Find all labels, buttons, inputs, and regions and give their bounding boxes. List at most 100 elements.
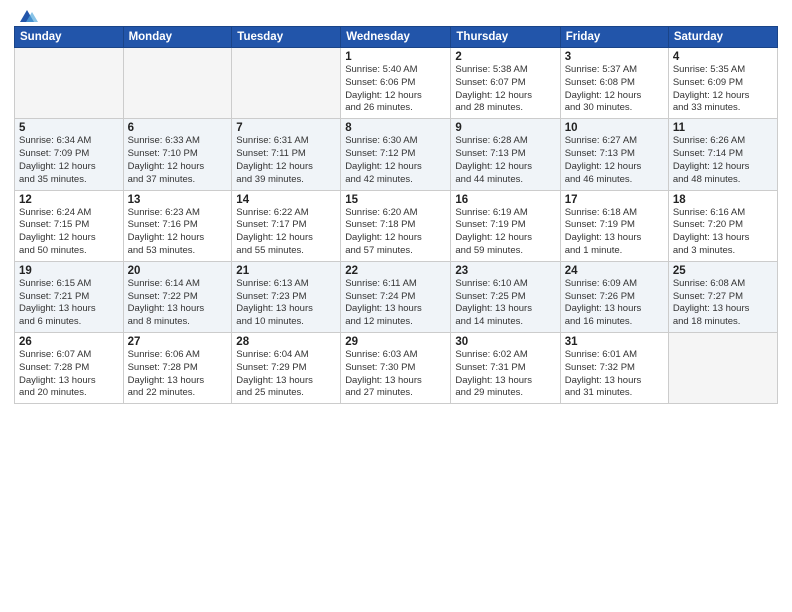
day-info: Sunrise: 6:30 AM Sunset: 7:12 PM Dayligh… xyxy=(345,135,446,186)
calendar-cell: 24Sunrise: 6:09 AM Sunset: 7:26 PM Dayli… xyxy=(560,261,668,332)
weekday-header: Saturday xyxy=(668,27,777,48)
day-number: 5 xyxy=(19,122,119,134)
day-number: 14 xyxy=(236,194,336,206)
day-number: 7 xyxy=(236,122,336,134)
calendar-cell xyxy=(123,48,232,119)
day-number: 3 xyxy=(565,51,664,63)
day-number: 25 xyxy=(673,265,773,277)
day-info: Sunrise: 5:40 AM Sunset: 6:06 PM Dayligh… xyxy=(345,64,446,115)
day-number: 10 xyxy=(565,122,664,134)
day-number: 16 xyxy=(455,194,555,206)
day-info: Sunrise: 6:18 AM Sunset: 7:19 PM Dayligh… xyxy=(565,207,664,258)
day-info: Sunrise: 6:31 AM Sunset: 7:11 PM Dayligh… xyxy=(236,135,336,186)
calendar-cell xyxy=(232,48,341,119)
calendar-cell: 15Sunrise: 6:20 AM Sunset: 7:18 PM Dayli… xyxy=(341,190,451,261)
day-info: Sunrise: 6:19 AM Sunset: 7:19 PM Dayligh… xyxy=(455,207,555,258)
calendar-cell xyxy=(15,48,124,119)
day-number: 24 xyxy=(565,265,664,277)
day-number: 30 xyxy=(455,336,555,348)
calendar-cell: 3Sunrise: 5:37 AM Sunset: 6:08 PM Daylig… xyxy=(560,48,668,119)
day-info: Sunrise: 6:03 AM Sunset: 7:30 PM Dayligh… xyxy=(345,349,446,400)
calendar-week-row: 12Sunrise: 6:24 AM Sunset: 7:15 PM Dayli… xyxy=(15,190,778,261)
day-info: Sunrise: 6:34 AM Sunset: 7:09 PM Dayligh… xyxy=(19,135,119,186)
header xyxy=(14,10,778,20)
calendar-cell: 4Sunrise: 5:35 AM Sunset: 6:09 PM Daylig… xyxy=(668,48,777,119)
calendar-cell: 16Sunrise: 6:19 AM Sunset: 7:19 PM Dayli… xyxy=(451,190,560,261)
day-number: 23 xyxy=(455,265,555,277)
calendar-week-row: 5Sunrise: 6:34 AM Sunset: 7:09 PM Daylig… xyxy=(15,119,778,190)
weekday-header: Monday xyxy=(123,27,232,48)
day-info: Sunrise: 6:28 AM Sunset: 7:13 PM Dayligh… xyxy=(455,135,555,186)
day-info: Sunrise: 6:02 AM Sunset: 7:31 PM Dayligh… xyxy=(455,349,555,400)
day-number: 18 xyxy=(673,194,773,206)
day-info: Sunrise: 6:08 AM Sunset: 7:27 PM Dayligh… xyxy=(673,278,773,329)
day-number: 15 xyxy=(345,194,446,206)
day-number: 22 xyxy=(345,265,446,277)
day-number: 4 xyxy=(673,51,773,63)
calendar-cell: 9Sunrise: 6:28 AM Sunset: 7:13 PM Daylig… xyxy=(451,119,560,190)
weekday-header: Wednesday xyxy=(341,27,451,48)
page: SundayMondayTuesdayWednesdayThursdayFrid… xyxy=(0,0,792,612)
weekday-header: Tuesday xyxy=(232,27,341,48)
day-info: Sunrise: 6:27 AM Sunset: 7:13 PM Dayligh… xyxy=(565,135,664,186)
day-number: 20 xyxy=(128,265,228,277)
calendar-cell: 30Sunrise: 6:02 AM Sunset: 7:31 PM Dayli… xyxy=(451,333,560,404)
day-number: 29 xyxy=(345,336,446,348)
day-info: Sunrise: 5:37 AM Sunset: 6:08 PM Dayligh… xyxy=(565,64,664,115)
day-number: 19 xyxy=(19,265,119,277)
day-info: Sunrise: 6:10 AM Sunset: 7:25 PM Dayligh… xyxy=(455,278,555,329)
day-number: 13 xyxy=(128,194,228,206)
calendar-cell: 14Sunrise: 6:22 AM Sunset: 7:17 PM Dayli… xyxy=(232,190,341,261)
calendar-cell: 25Sunrise: 6:08 AM Sunset: 7:27 PM Dayli… xyxy=(668,261,777,332)
calendar-cell: 12Sunrise: 6:24 AM Sunset: 7:15 PM Dayli… xyxy=(15,190,124,261)
calendar-cell: 28Sunrise: 6:04 AM Sunset: 7:29 PM Dayli… xyxy=(232,333,341,404)
day-number: 9 xyxy=(455,122,555,134)
weekday-header: Friday xyxy=(560,27,668,48)
calendar-cell: 21Sunrise: 6:13 AM Sunset: 7:23 PM Dayli… xyxy=(232,261,341,332)
calendar-header-row: SundayMondayTuesdayWednesdayThursdayFrid… xyxy=(15,27,778,48)
day-number: 8 xyxy=(345,122,446,134)
logo xyxy=(14,10,38,20)
day-info: Sunrise: 6:01 AM Sunset: 7:32 PM Dayligh… xyxy=(565,349,664,400)
day-info: Sunrise: 6:33 AM Sunset: 7:10 PM Dayligh… xyxy=(128,135,228,186)
day-number: 17 xyxy=(565,194,664,206)
calendar-cell: 1Sunrise: 5:40 AM Sunset: 6:06 PM Daylig… xyxy=(341,48,451,119)
day-number: 21 xyxy=(236,265,336,277)
calendar-week-row: 26Sunrise: 6:07 AM Sunset: 7:28 PM Dayli… xyxy=(15,333,778,404)
calendar-cell: 23Sunrise: 6:10 AM Sunset: 7:25 PM Dayli… xyxy=(451,261,560,332)
day-number: 6 xyxy=(128,122,228,134)
calendar-cell: 20Sunrise: 6:14 AM Sunset: 7:22 PM Dayli… xyxy=(123,261,232,332)
day-number: 1 xyxy=(345,51,446,63)
calendar-week-row: 1Sunrise: 5:40 AM Sunset: 6:06 PM Daylig… xyxy=(15,48,778,119)
calendar-cell: 27Sunrise: 6:06 AM Sunset: 7:28 PM Dayli… xyxy=(123,333,232,404)
day-number: 28 xyxy=(236,336,336,348)
day-number: 26 xyxy=(19,336,119,348)
calendar-cell: 13Sunrise: 6:23 AM Sunset: 7:16 PM Dayli… xyxy=(123,190,232,261)
day-info: Sunrise: 6:04 AM Sunset: 7:29 PM Dayligh… xyxy=(236,349,336,400)
calendar-cell: 6Sunrise: 6:33 AM Sunset: 7:10 PM Daylig… xyxy=(123,119,232,190)
day-info: Sunrise: 6:07 AM Sunset: 7:28 PM Dayligh… xyxy=(19,349,119,400)
day-info: Sunrise: 6:24 AM Sunset: 7:15 PM Dayligh… xyxy=(19,207,119,258)
day-info: Sunrise: 6:14 AM Sunset: 7:22 PM Dayligh… xyxy=(128,278,228,329)
day-info: Sunrise: 6:20 AM Sunset: 7:18 PM Dayligh… xyxy=(345,207,446,258)
day-info: Sunrise: 5:35 AM Sunset: 6:09 PM Dayligh… xyxy=(673,64,773,115)
day-info: Sunrise: 6:26 AM Sunset: 7:14 PM Dayligh… xyxy=(673,135,773,186)
calendar-cell: 26Sunrise: 6:07 AM Sunset: 7:28 PM Dayli… xyxy=(15,333,124,404)
calendar-cell: 17Sunrise: 6:18 AM Sunset: 7:19 PM Dayli… xyxy=(560,190,668,261)
day-number: 31 xyxy=(565,336,664,348)
day-info: Sunrise: 6:16 AM Sunset: 7:20 PM Dayligh… xyxy=(673,207,773,258)
logo-icon xyxy=(16,8,38,24)
day-number: 12 xyxy=(19,194,119,206)
calendar-cell: 7Sunrise: 6:31 AM Sunset: 7:11 PM Daylig… xyxy=(232,119,341,190)
day-info: Sunrise: 6:22 AM Sunset: 7:17 PM Dayligh… xyxy=(236,207,336,258)
calendar-cell: 31Sunrise: 6:01 AM Sunset: 7:32 PM Dayli… xyxy=(560,333,668,404)
day-info: Sunrise: 6:06 AM Sunset: 7:28 PM Dayligh… xyxy=(128,349,228,400)
calendar-cell: 5Sunrise: 6:34 AM Sunset: 7:09 PM Daylig… xyxy=(15,119,124,190)
day-number: 27 xyxy=(128,336,228,348)
calendar-cell xyxy=(668,333,777,404)
calendar-cell: 2Sunrise: 5:38 AM Sunset: 6:07 PM Daylig… xyxy=(451,48,560,119)
calendar-cell: 10Sunrise: 6:27 AM Sunset: 7:13 PM Dayli… xyxy=(560,119,668,190)
calendar-cell: 19Sunrise: 6:15 AM Sunset: 7:21 PM Dayli… xyxy=(15,261,124,332)
day-info: Sunrise: 5:38 AM Sunset: 6:07 PM Dayligh… xyxy=(455,64,555,115)
day-info: Sunrise: 6:23 AM Sunset: 7:16 PM Dayligh… xyxy=(128,207,228,258)
